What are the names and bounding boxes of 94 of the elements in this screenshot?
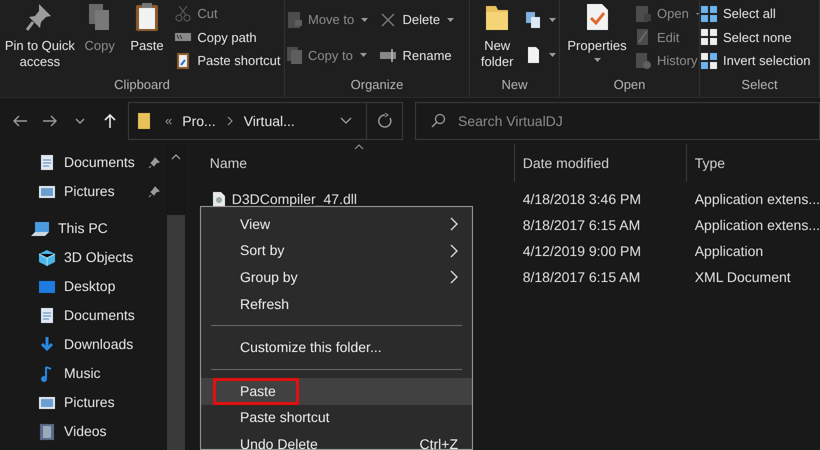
search-input[interactable]: Search VirtualDJ [458, 110, 819, 132]
cube-icon [38, 248, 56, 266]
nav-item[interactable]: Documents [38, 152, 135, 173]
back-icon [12, 113, 28, 129]
file-name[interactable]: D3DCompiler_47.dll [232, 188, 357, 210]
sort-ascending-icon [354, 144, 364, 150]
nav-item[interactable]: This PC [30, 218, 108, 239]
dropdown-caret-icon [360, 53, 367, 58]
column-header[interactable]: Name [186, 144, 514, 182]
scrollbar-thumb[interactable] [166, 215, 185, 450]
ribbon-button[interactable]: Select none [700, 26, 819, 48]
chevron-down-icon [340, 117, 352, 125]
breadcrumb[interactable]: Virtual... [244, 110, 295, 132]
up-icon [102, 113, 118, 129]
date-cell-text: 8/18/2017 6:15 AM [522, 268, 642, 286]
date-cell-text: 8/18/2017 6:15 AM [522, 216, 642, 234]
forward-icon [42, 113, 58, 129]
ribbon-button[interactable]: Invert selection [700, 50, 819, 72]
group-label: New [500, 76, 528, 94]
menu-item[interactable]: Paste shortcut [201, 404, 472, 432]
menu-item[interactable]: View [201, 211, 472, 238]
stacked-pages-icon [524, 10, 542, 29]
invert-selection-icon [700, 52, 718, 70]
shortcut-label: Ctrl+Z [420, 434, 458, 450]
document-icon [38, 306, 56, 324]
group-label: Open [612, 76, 646, 94]
nav-item[interactable]: Music [38, 363, 101, 384]
address-dropdown-button[interactable] [340, 117, 352, 125]
date-cell-text: 4/18/2018 3:46 PM [522, 190, 642, 208]
nav-item[interactable]: Downloads [38, 334, 134, 355]
overflow-chevron[interactable]: « [165, 111, 172, 131]
select-all-icon [700, 4, 718, 23]
scissors-icon [174, 4, 192, 23]
menu-item[interactable]: Group by [201, 264, 472, 291]
rename-icon [379, 46, 398, 64]
history-icon [634, 52, 652, 70]
dropdown-caret-icon [361, 18, 368, 22]
folder-icon [137, 112, 151, 130]
type-cell-text: Application extens... [694, 216, 820, 235]
dropdown-caret-icon [447, 18, 454, 22]
forward-button[interactable] [42, 113, 58, 129]
move-icon [285, 10, 303, 29]
dropdown-caret-icon [549, 18, 556, 22]
column-header[interactable]: Type [686, 144, 820, 182]
up-button[interactable] [102, 113, 118, 129]
dropdown-caret-icon [594, 58, 600, 62]
film-icon [38, 422, 56, 440]
submenu-chevron-icon [450, 244, 458, 258]
address-bar[interactable]: « Pro... Virtual... [128, 102, 403, 140]
close-icon [379, 10, 398, 29]
ribbon-button[interactable]: Copy path [174, 26, 284, 48]
group-label: Select [740, 76, 779, 94]
menu-item[interactable]: Customize this folder... [201, 334, 472, 361]
menu-item[interactable]: Undo Delete Ctrl+Z [201, 431, 472, 450]
ribbon-button[interactable]: Paste shortcut [174, 50, 284, 72]
submenu-chevron-icon [450, 217, 458, 232]
group-label: Organize [350, 76, 404, 94]
nav-item[interactable]: 3D Objects [38, 247, 134, 268]
copy-icon [285, 46, 303, 64]
ribbon-button[interactable]: Select all [700, 2, 819, 25]
scroll-up-icon[interactable] [170, 154, 181, 160]
nav-item[interactable]: Videos [38, 421, 107, 442]
ribbon-button[interactable]: Delete [379, 8, 469, 31]
ribbon-button[interactable]: Rename [379, 44, 469, 66]
ribbon-button[interactable]: Properties [560, 0, 634, 75]
open-icon [634, 4, 652, 23]
select-none-icon [700, 28, 718, 46]
submenu-chevron-icon [450, 270, 458, 284]
type-cell-text: Application extens... [694, 190, 820, 209]
computer-icon [30, 220, 50, 238]
back-button[interactable] [12, 113, 28, 129]
search-icon [430, 113, 446, 129]
nav-item[interactable]: Pictures [38, 392, 115, 413]
menu-item[interactable]: Paste [201, 378, 472, 405]
type-cell-text: Application [694, 242, 764, 261]
group-label: Clipboard [113, 76, 171, 94]
menu-item[interactable]: Refresh [201, 290, 472, 318]
type-cell-text: XML Document [694, 268, 792, 286]
ribbon-button[interactable]: Pin to Quick access [0, 0, 80, 75]
nav-item[interactable]: Pictures [38, 181, 115, 202]
date-cell-text: 4/12/2019 9:00 PM [522, 242, 642, 260]
download-icon [38, 336, 56, 354]
dropdown-caret-icon [549, 53, 556, 58]
menu-item[interactable]: Sort by [201, 238, 472, 264]
column-header[interactable]: Date modified [514, 144, 686, 182]
search-field[interactable]: Search VirtualDJ [415, 102, 820, 140]
ribbon-button[interactable]: New folder [470, 0, 524, 75]
document-icon [38, 154, 56, 172]
nav-item[interactable]: Desktop [38, 276, 116, 297]
nav-item[interactable]: Documents [38, 305, 135, 326]
breadcrumb[interactable]: Pro... [182, 110, 216, 132]
ribbon-button[interactable]: Paste [120, 0, 174, 75]
chevron-icon [226, 116, 234, 126]
refresh-icon [376, 113, 392, 129]
